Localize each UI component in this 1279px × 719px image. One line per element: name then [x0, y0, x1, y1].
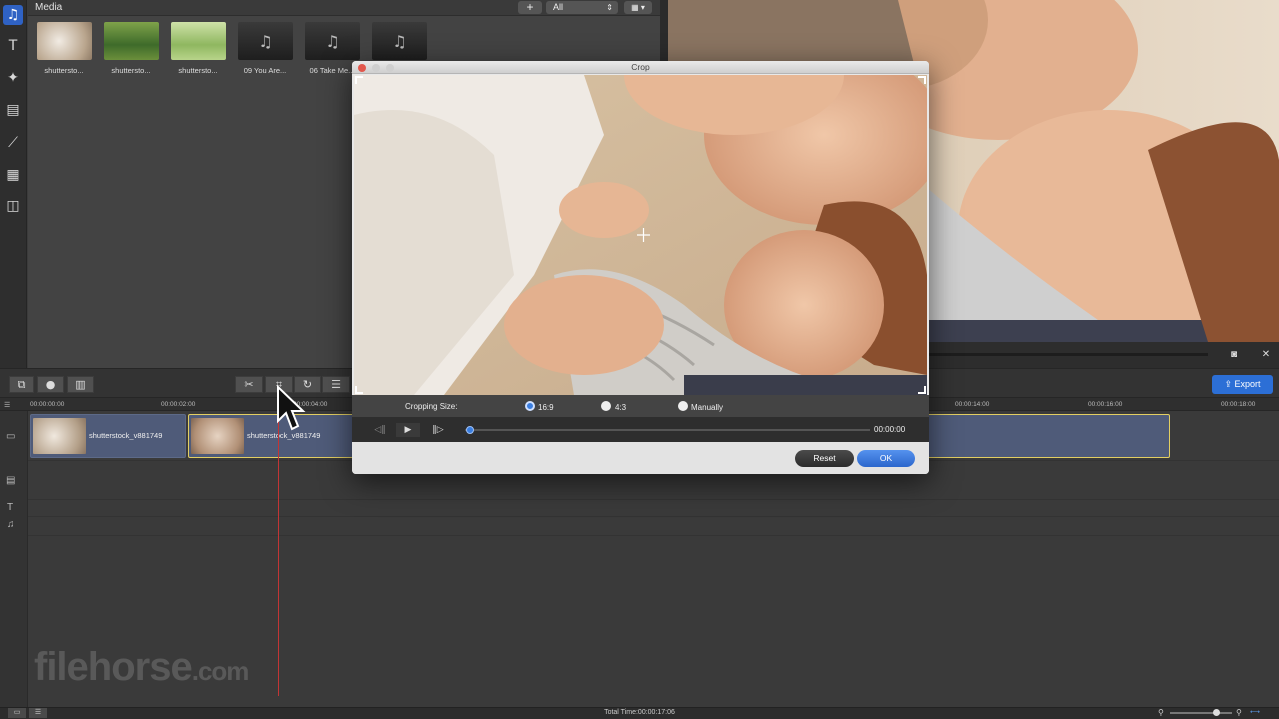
ratio-manual-radio[interactable]	[678, 401, 688, 411]
media-label-2: shutterstо...	[111, 66, 151, 75]
filters-icon[interactable]: ✦	[3, 68, 23, 88]
watermark-suffix: .com	[191, 656, 250, 686]
ratio-16-9-radio[interactable]	[525, 401, 535, 411]
next-frame-icon[interactable]: ‖▷	[426, 423, 450, 437]
watermark-main: filehorse	[34, 645, 193, 689]
app-window: ♫ T ✦ ▤ ⟋ ▦ ◫ Media + All ⇕ ▦ ▾ shutters…	[0, 0, 1279, 719]
zoom-in-icon[interactable]: ⚲	[1236, 708, 1242, 717]
reset-button[interactable]: Reset	[795, 450, 854, 467]
crop-title: Crop	[631, 62, 650, 72]
ruler-tick: 00:00:16:00	[1088, 401, 1123, 408]
media-label-1: shutterstо...	[44, 66, 84, 75]
ratio-manual-label: Manually	[691, 403, 724, 412]
crop-canvas[interactable]	[354, 75, 927, 395]
media-label-3: shutterstо...	[178, 66, 218, 75]
media-label-4: 09 You Are...	[243, 66, 287, 75]
overlays-icon[interactable]: ▤	[3, 100, 23, 120]
text-track-icon: T	[7, 502, 14, 513]
trash-icon[interactable]: ▥	[67, 376, 94, 393]
ok-button[interactable]: OK	[857, 450, 915, 467]
playhead[interactable]	[278, 398, 279, 696]
play-icon[interactable]: ▶	[396, 423, 420, 437]
add-media-button[interactable]: +	[518, 1, 542, 14]
crop-frame-image	[354, 75, 927, 395]
transitions-icon[interactable]: ⟋	[3, 133, 23, 153]
export-button[interactable]: ⇪ Export	[1212, 375, 1273, 394]
crop-scrubber-knob[interactable]	[466, 426, 474, 434]
media-import-icon[interactable]: ⧉	[9, 376, 34, 393]
total-time: Total Time:00:00:17:06	[604, 709, 675, 716]
watermark: filehorse.com	[34, 645, 250, 690]
fit-timeline-icon[interactable]: ⟷	[1248, 708, 1262, 718]
crop-scrubber[interactable]	[465, 429, 870, 431]
mouse-cursor-icon	[277, 385, 306, 431]
music-note-icon[interactable]: ♫	[305, 22, 360, 60]
media-title: Media	[35, 2, 63, 13]
timeline-clip[interactable]: shutterstock_v881749	[30, 414, 186, 458]
video-track-icon: ▭	[6, 431, 16, 442]
media-filter-select[interactable]: All ⇕	[546, 1, 618, 14]
crop-handle-bottom-left[interactable]	[355, 386, 363, 394]
crop-dialog: Crop Cropping Size: 16:9 4:3 Manually ◁‖…	[352, 61, 929, 474]
export-label: Export	[1234, 379, 1261, 389]
crop-button-bar: Reset OK	[352, 442, 929, 474]
media-thumb-2[interactable]	[104, 22, 159, 60]
clip-thumbnail	[191, 418, 244, 454]
ratio-4-3-radio[interactable]	[601, 401, 611, 411]
split-screen-icon[interactable]: ◫	[3, 196, 23, 216]
previous-frame-icon[interactable]: ◁‖	[368, 423, 392, 437]
fullscreen-icon[interactable]: ✕	[1259, 349, 1273, 361]
status-bar: ▭ ☰ Total Time:00:00:17:06 ⚲ ⚲ ⟷	[0, 707, 1279, 719]
ratio-16-9-label: 16:9	[538, 403, 554, 412]
crop-titlebar: Crop	[352, 61, 929, 74]
export-icon: ⇪	[1224, 379, 1235, 389]
media-header: Media + All ⇕ ▦ ▾	[28, 0, 660, 16]
crop-time: 00:00:00	[874, 425, 906, 434]
text-icon[interactable]: T	[3, 36, 23, 56]
crop-handle-top-left[interactable]	[355, 76, 363, 84]
view-mode-button[interactable]: ▦ ▾	[624, 1, 652, 14]
settings-icon[interactable]: ☰	[322, 376, 350, 393]
zoom-slider[interactable]	[1170, 712, 1232, 714]
filter-value: All	[553, 2, 564, 12]
media-thumb-1[interactable]	[37, 22, 92, 60]
cropping-size-label: Cropping Size:	[405, 402, 458, 411]
crop-handle-top-right[interactable]	[918, 76, 926, 84]
elements-icon[interactable]: ▦	[3, 165, 23, 185]
ruler-tick: 00:00:18:00	[1221, 401, 1256, 408]
ruler-menu-icon[interactable]: ☰	[4, 401, 10, 409]
camera-icon[interactable]: ◙	[1227, 349, 1241, 361]
preview-scrubber[interactable]	[928, 353, 1208, 356]
crop-options-bar: Cropping Size: 16:9 4:3 Manually	[352, 395, 929, 417]
ruler-tick: 00:00:02:00	[161, 401, 196, 408]
zoom-slider-knob[interactable]	[1213, 709, 1220, 716]
track-headers: ▭ ▤ T ♫	[0, 411, 28, 707]
tool-rail: ♫ T ✦ ▤ ⟋ ▦ ◫	[0, 0, 27, 368]
clip-label: shutterstock_v881749	[89, 431, 163, 440]
ruler-tick: 00:00:14:00	[955, 401, 990, 408]
media-thumb-3[interactable]	[171, 22, 226, 60]
music-note-icon[interactable]: ♫	[372, 22, 427, 60]
zoom-out-icon[interactable]: ⚲	[1158, 708, 1164, 717]
track-divider	[28, 535, 1279, 536]
music-track-icon: ♫	[7, 519, 15, 530]
media-icon[interactable]: ♫	[3, 5, 23, 25]
ratio-4-3-label: 4:3	[615, 403, 627, 412]
track-divider	[28, 499, 1279, 500]
scissors-icon[interactable]: ✂	[235, 376, 263, 393]
chevron-updown-icon: ⇕	[606, 3, 613, 12]
microphone-icon[interactable]: ●	[37, 376, 64, 393]
music-note-icon[interactable]: ♫	[238, 22, 293, 60]
ruler-tick: 00:00:00:00	[30, 401, 65, 408]
clip-thumbnail	[33, 418, 86, 454]
crop-transport: ◁‖ ▶ ‖▷ 00:00:00	[352, 417, 929, 442]
overlay-track-icon: ▤	[6, 475, 16, 486]
track-divider	[28, 516, 1279, 517]
crop-handle-bottom-right[interactable]	[918, 386, 926, 394]
